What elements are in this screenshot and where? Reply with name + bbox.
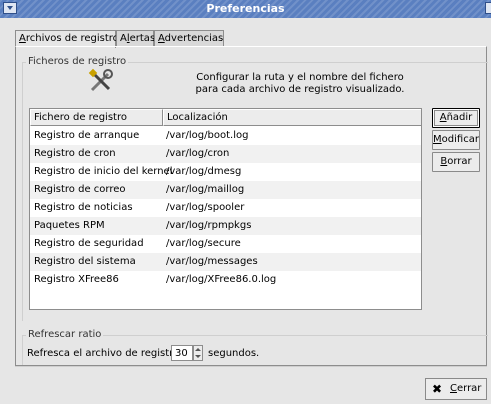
- log-file-location: /var/log/cron: [166, 148, 230, 159]
- footer-separator: [15, 366, 487, 367]
- window-title: Preferencias: [206, 2, 285, 15]
- tab-mnemonic: A: [158, 33, 165, 44]
- column-header-log-file[interactable]: Fichero de registro: [30, 109, 163, 126]
- log-file-name: Registro del sistema: [34, 256, 136, 267]
- hint-line-1: Configurar la ruta y el nombre del fiche…: [196, 72, 404, 83]
- close-mnemonic: C: [450, 383, 457, 394]
- add-button[interactable]: Añadir: [432, 108, 480, 128]
- log-file-location: /var/log/dmesg: [166, 166, 242, 177]
- log-file-name: Registro de noticias: [34, 202, 133, 213]
- log-file-name: Registro XFree86: [34, 274, 119, 285]
- delete-label: orrar: [447, 156, 472, 167]
- tab-mnemonic: A: [19, 33, 26, 44]
- close-label-rest: errar: [456, 383, 482, 394]
- log-file-name: Registro de inicio del kernel: [34, 166, 173, 177]
- modify-mnemonic: M: [433, 134, 442, 145]
- log-file-location: /var/log/XFree86.0.log: [166, 274, 277, 285]
- log-file-location: /var/log/boot.log: [166, 130, 249, 141]
- list-header: Fichero de registro Localización: [30, 109, 421, 126]
- log-file-location: /var/log/secure: [166, 238, 241, 249]
- tab-label-post: dvertencias: [164, 33, 224, 44]
- refresh-label: Refresca el archivo de registro: [27, 348, 180, 359]
- list-item[interactable]: Registro de arranque/var/log/boot.log: [30, 127, 421, 145]
- delete-button[interactable]: Borrar: [432, 152, 480, 172]
- list-item[interactable]: Registro de noticias/var/log/spooler: [30, 199, 421, 217]
- refresh-seconds-input[interactable]: 30: [171, 345, 193, 361]
- list-item[interactable]: Registro de seguridad/var/log/secure: [30, 235, 421, 253]
- tools-icon: [88, 68, 113, 92]
- window-close-icon[interactable]: [485, 2, 491, 14]
- spin-down-icon[interactable]: [195, 355, 201, 358]
- log-files-group-label: Ficheros de registro: [26, 56, 129, 67]
- list-item[interactable]: Registro XFree86/var/log/XFree86.0.log: [30, 271, 421, 289]
- log-file-name: Paquetes RPM: [34, 220, 105, 231]
- spin-up-icon[interactable]: [195, 348, 201, 351]
- log-file-location: /var/log/spooler: [166, 202, 245, 213]
- tab-alertas[interactable]: Alertas: [116, 30, 156, 47]
- list-item[interactable]: Registro de inicio del kernel/var/log/dm…: [30, 163, 421, 181]
- log-files-hint: Configurar la ruta y el nombre del fiche…: [180, 72, 420, 96]
- tab-label-post: ertas: [129, 33, 156, 44]
- close-button[interactable]: ✖ Cerrar: [425, 378, 487, 400]
- column-header-location[interactable]: Localización: [163, 109, 421, 126]
- log-file-name: Registro de arranque: [34, 130, 140, 141]
- list-item[interactable]: Registro de correo/var/log/maillog: [30, 181, 421, 199]
- list-item[interactable]: Registro de cron/var/log/cron: [30, 145, 421, 163]
- log-file-name: Registro de cron: [34, 148, 116, 159]
- log-file-location: /var/log/rpmpkgs: [166, 220, 252, 231]
- log-files-list[interactable]: Fichero de registro Localización Registr…: [29, 108, 422, 310]
- log-file-name: Registro de seguridad: [34, 238, 144, 249]
- add-label: ñadir: [446, 112, 473, 123]
- refresh-spinner[interactable]: [193, 345, 203, 361]
- add-mnemonic: A: [439, 112, 447, 123]
- title-bar: Preferencias: [0, 0, 491, 18]
- tab-label-pre: A: [120, 33, 127, 44]
- modify-button[interactable]: Modificar: [432, 130, 480, 150]
- list-item[interactable]: Paquetes RPM/var/log/rpmpkgs: [30, 217, 421, 235]
- log-file-location: /var/log/messages: [166, 256, 258, 267]
- modify-label: odificar: [441, 134, 479, 145]
- close-label: Cerrar: [450, 383, 481, 394]
- refresh-group-label: Refrescar ratio: [26, 329, 104, 340]
- close-x-icon: ✖: [432, 382, 443, 396]
- list-item[interactable]: Registro del sistema/var/log/messages: [30, 253, 421, 271]
- log-file-location: /var/log/maillog: [166, 184, 245, 195]
- refresh-unit: segundos.: [208, 348, 260, 359]
- tab-label-post: rchivos de registro: [25, 33, 119, 44]
- log-file-name: Registro de correo: [34, 184, 126, 195]
- hint-line-2: para cada archivo de registro visualizad…: [195, 84, 405, 95]
- tab-advertencias[interactable]: Advertencias: [154, 30, 224, 47]
